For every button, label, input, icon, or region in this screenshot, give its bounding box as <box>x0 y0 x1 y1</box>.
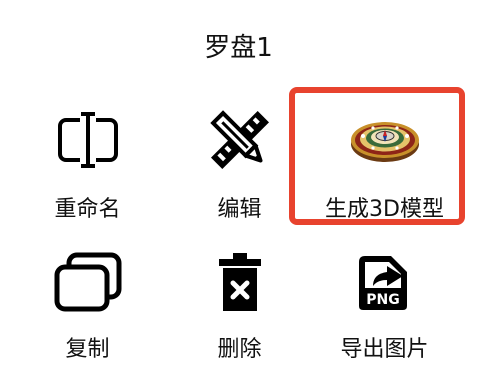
rename-label: 重命名 <box>54 197 121 222</box>
delete-label: 删除 <box>217 337 262 362</box>
export-image-button[interactable]: PNG 导出图片 <box>305 0 464 362</box>
export-image-label: 导出图片 <box>340 337 429 362</box>
svg-text:PNG: PNG <box>366 292 399 308</box>
copy-button[interactable]: 复制 <box>8 0 167 362</box>
delete-button[interactable]: 删除 <box>160 0 319 362</box>
copy-label: 复制 <box>65 337 110 362</box>
png-export-icon: PNG <box>305 242 464 322</box>
copy-icon <box>8 242 167 322</box>
trash-icon <box>160 242 319 322</box>
